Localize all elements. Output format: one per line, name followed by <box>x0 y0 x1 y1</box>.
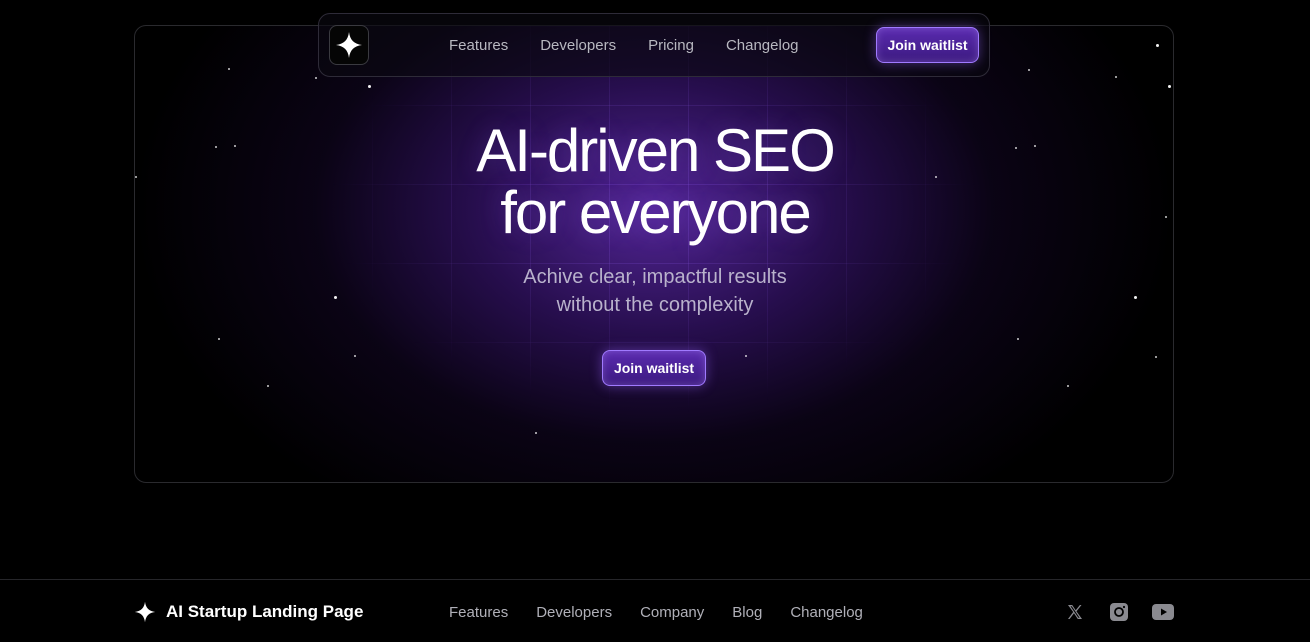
star <box>315 77 317 79</box>
top-navbar: Features Developers Pricing Changelog Jo… <box>318 13 990 77</box>
star <box>1067 385 1069 387</box>
hero-title: AI-driven SEO for everyone <box>0 120 1310 244</box>
hero-subtitle: Achive clear, impactful results without … <box>0 263 1310 319</box>
star <box>368 85 371 88</box>
footer: AI Startup Landing Page Features Develop… <box>0 579 1310 642</box>
footer-link-changelog[interactable]: Changelog <box>790 604 863 621</box>
hero-title-line2: for everyone <box>500 179 812 246</box>
instagram-icon[interactable] <box>1108 602 1130 622</box>
nav-link-developers[interactable]: Developers <box>540 37 616 54</box>
hero-title-line1: AI-driven SEO <box>476 117 835 184</box>
star <box>1017 338 1019 340</box>
x-icon[interactable] <box>1064 602 1086 622</box>
star <box>1155 356 1157 358</box>
logo-button[interactable] <box>329 25 369 65</box>
star <box>1115 76 1117 78</box>
social-links <box>1064 602 1174 622</box>
footer-brand-name: AI Startup Landing Page <box>166 602 364 621</box>
nav-link-features[interactable]: Features <box>449 37 508 54</box>
nav-link-changelog[interactable]: Changelog <box>726 37 799 54</box>
grid-background <box>135 26 1173 482</box>
nav-link-pricing[interactable]: Pricing <box>648 37 694 54</box>
sparkle-icon <box>336 32 362 58</box>
footer-brand[interactable]: AI Startup Landing Page <box>134 601 363 623</box>
footer-link-developers[interactable]: Developers <box>536 604 612 621</box>
star <box>1028 69 1030 71</box>
nav-links: Features Developers Pricing Changelog <box>449 37 799 54</box>
star <box>354 355 356 357</box>
hero-frame <box>134 25 1174 483</box>
star <box>535 432 537 434</box>
star <box>218 338 220 340</box>
star <box>745 355 747 357</box>
footer-links: Features Developers Company Blog Changel… <box>449 604 863 621</box>
footer-link-blog[interactable]: Blog <box>732 604 762 621</box>
youtube-icon[interactable] <box>1152 602 1174 622</box>
star <box>1168 85 1171 88</box>
footer-link-company[interactable]: Company <box>640 604 704 621</box>
star <box>1156 44 1159 47</box>
star <box>267 385 269 387</box>
star <box>228 68 230 70</box>
sparkle-icon <box>134 601 156 623</box>
footer-link-features[interactable]: Features <box>449 604 508 621</box>
hero-join-waitlist-button[interactable]: Join waitlist <box>602 350 706 386</box>
hero-subtitle-line1: Achive clear, impactful results <box>523 266 787 288</box>
nav-join-waitlist-button[interactable]: Join waitlist <box>876 27 979 63</box>
hero-subtitle-line2: without the complexity <box>556 294 754 316</box>
